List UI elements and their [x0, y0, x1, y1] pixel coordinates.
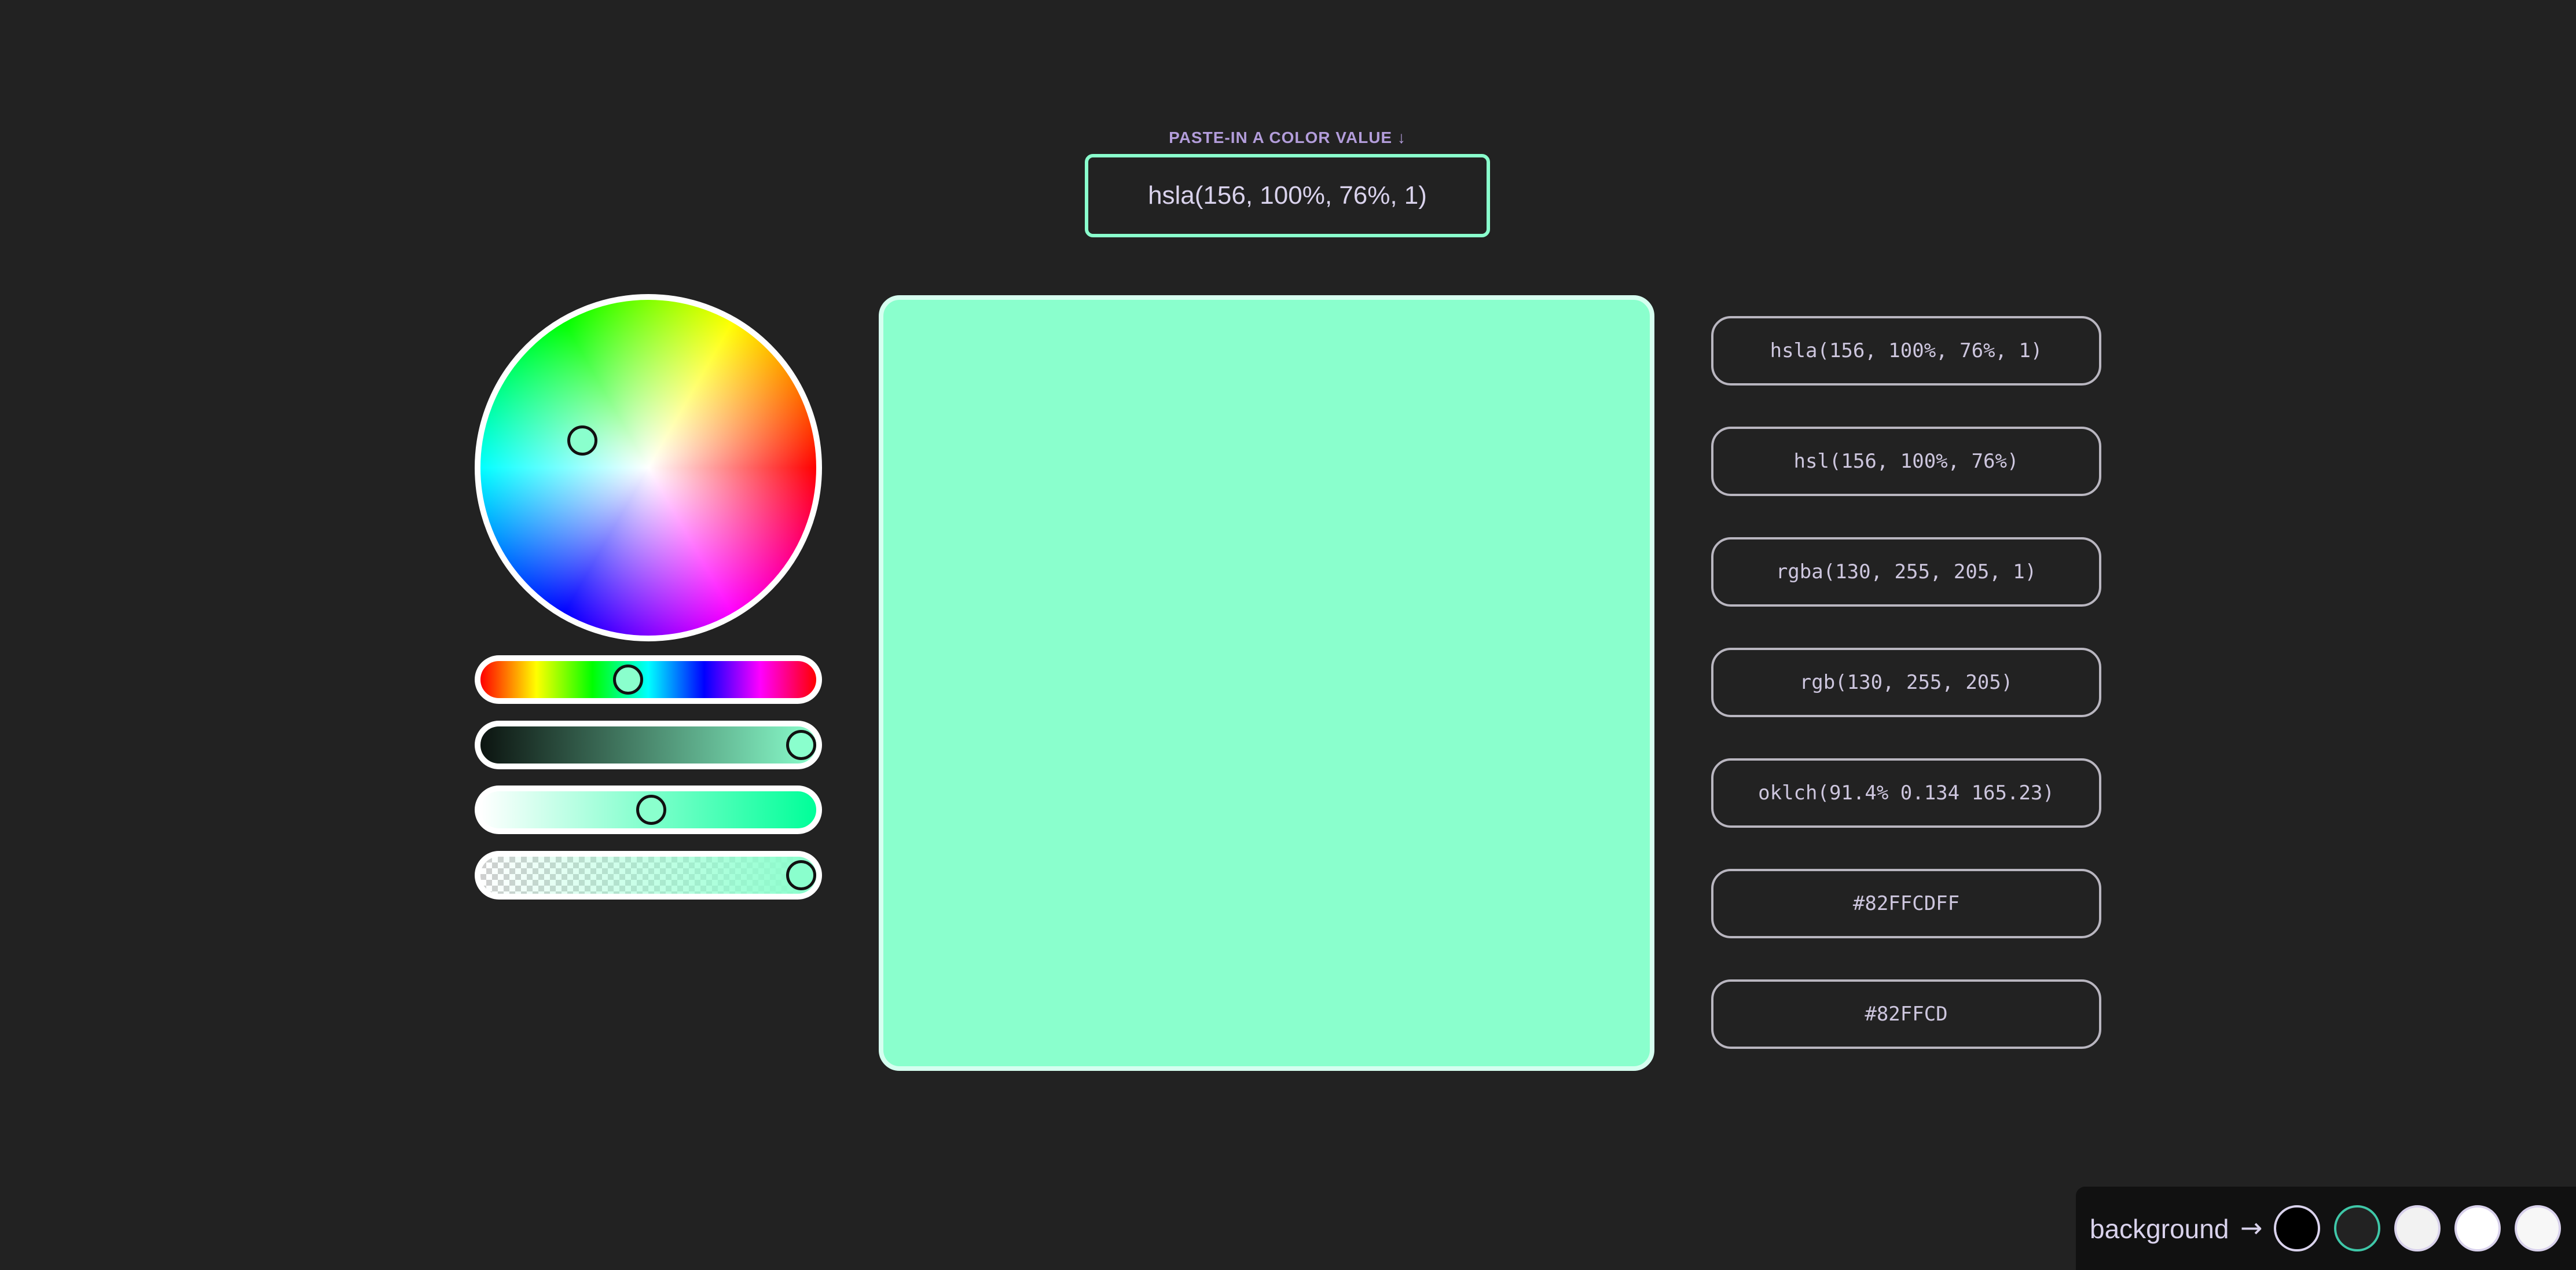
background-bar: background → — [2076, 1187, 2576, 1270]
format-hsla-button[interactable]: hsla(156, 100%, 76%, 1) — [1711, 316, 2101, 386]
format-oklch-button[interactable]: oklch(91.4% 0.134 165.23) — [1711, 758, 2101, 828]
lightness-slider[interactable] — [475, 786, 822, 834]
background-swatch-light-gray[interactable] — [2394, 1205, 2441, 1251]
background-swatch-dark[interactable] — [2334, 1205, 2380, 1251]
color-preview — [879, 295, 1654, 1071]
format-hsl-button[interactable]: hsl(156, 100%, 76%) — [1711, 427, 2101, 496]
format-rgba-button[interactable]: rgba(130, 255, 205, 1) — [1711, 537, 2101, 607]
background-swatch-white[interactable] — [2454, 1205, 2501, 1251]
paste-label: PASTE-IN A COLOR VALUE ↓ — [1169, 129, 1406, 146]
saturation-slider[interactable] — [475, 721, 822, 769]
background-swatch-off-white[interactable] — [2515, 1205, 2561, 1251]
hue-slider[interactable] — [475, 655, 822, 704]
color-wheel-thumb[interactable] — [567, 425, 597, 456]
color-wheel[interactable] — [475, 294, 822, 641]
color-value-input[interactable] — [1085, 154, 1490, 237]
hue-slider-thumb[interactable] — [612, 665, 643, 695]
format-list: hsla(156, 100%, 76%, 1) hsl(156, 100%, 7… — [1711, 316, 2101, 1090]
lightness-slider-thumb[interactable] — [636, 795, 667, 825]
format-hex8-button[interactable]: #82FFCDFF — [1711, 869, 2101, 938]
arrow-right-icon: → — [2240, 1212, 2263, 1243]
format-hex-button[interactable]: #82FFCD — [1711, 979, 2101, 1049]
alpha-slider[interactable] — [475, 851, 822, 900]
format-rgb-button[interactable]: rgb(130, 255, 205) — [1711, 648, 2101, 717]
alpha-slider-thumb[interactable] — [786, 860, 816, 890]
saturation-slider-thumb[interactable] — [786, 730, 816, 760]
background-label: background — [2090, 1214, 2229, 1244]
background-swatch-black[interactable] — [2274, 1205, 2320, 1251]
